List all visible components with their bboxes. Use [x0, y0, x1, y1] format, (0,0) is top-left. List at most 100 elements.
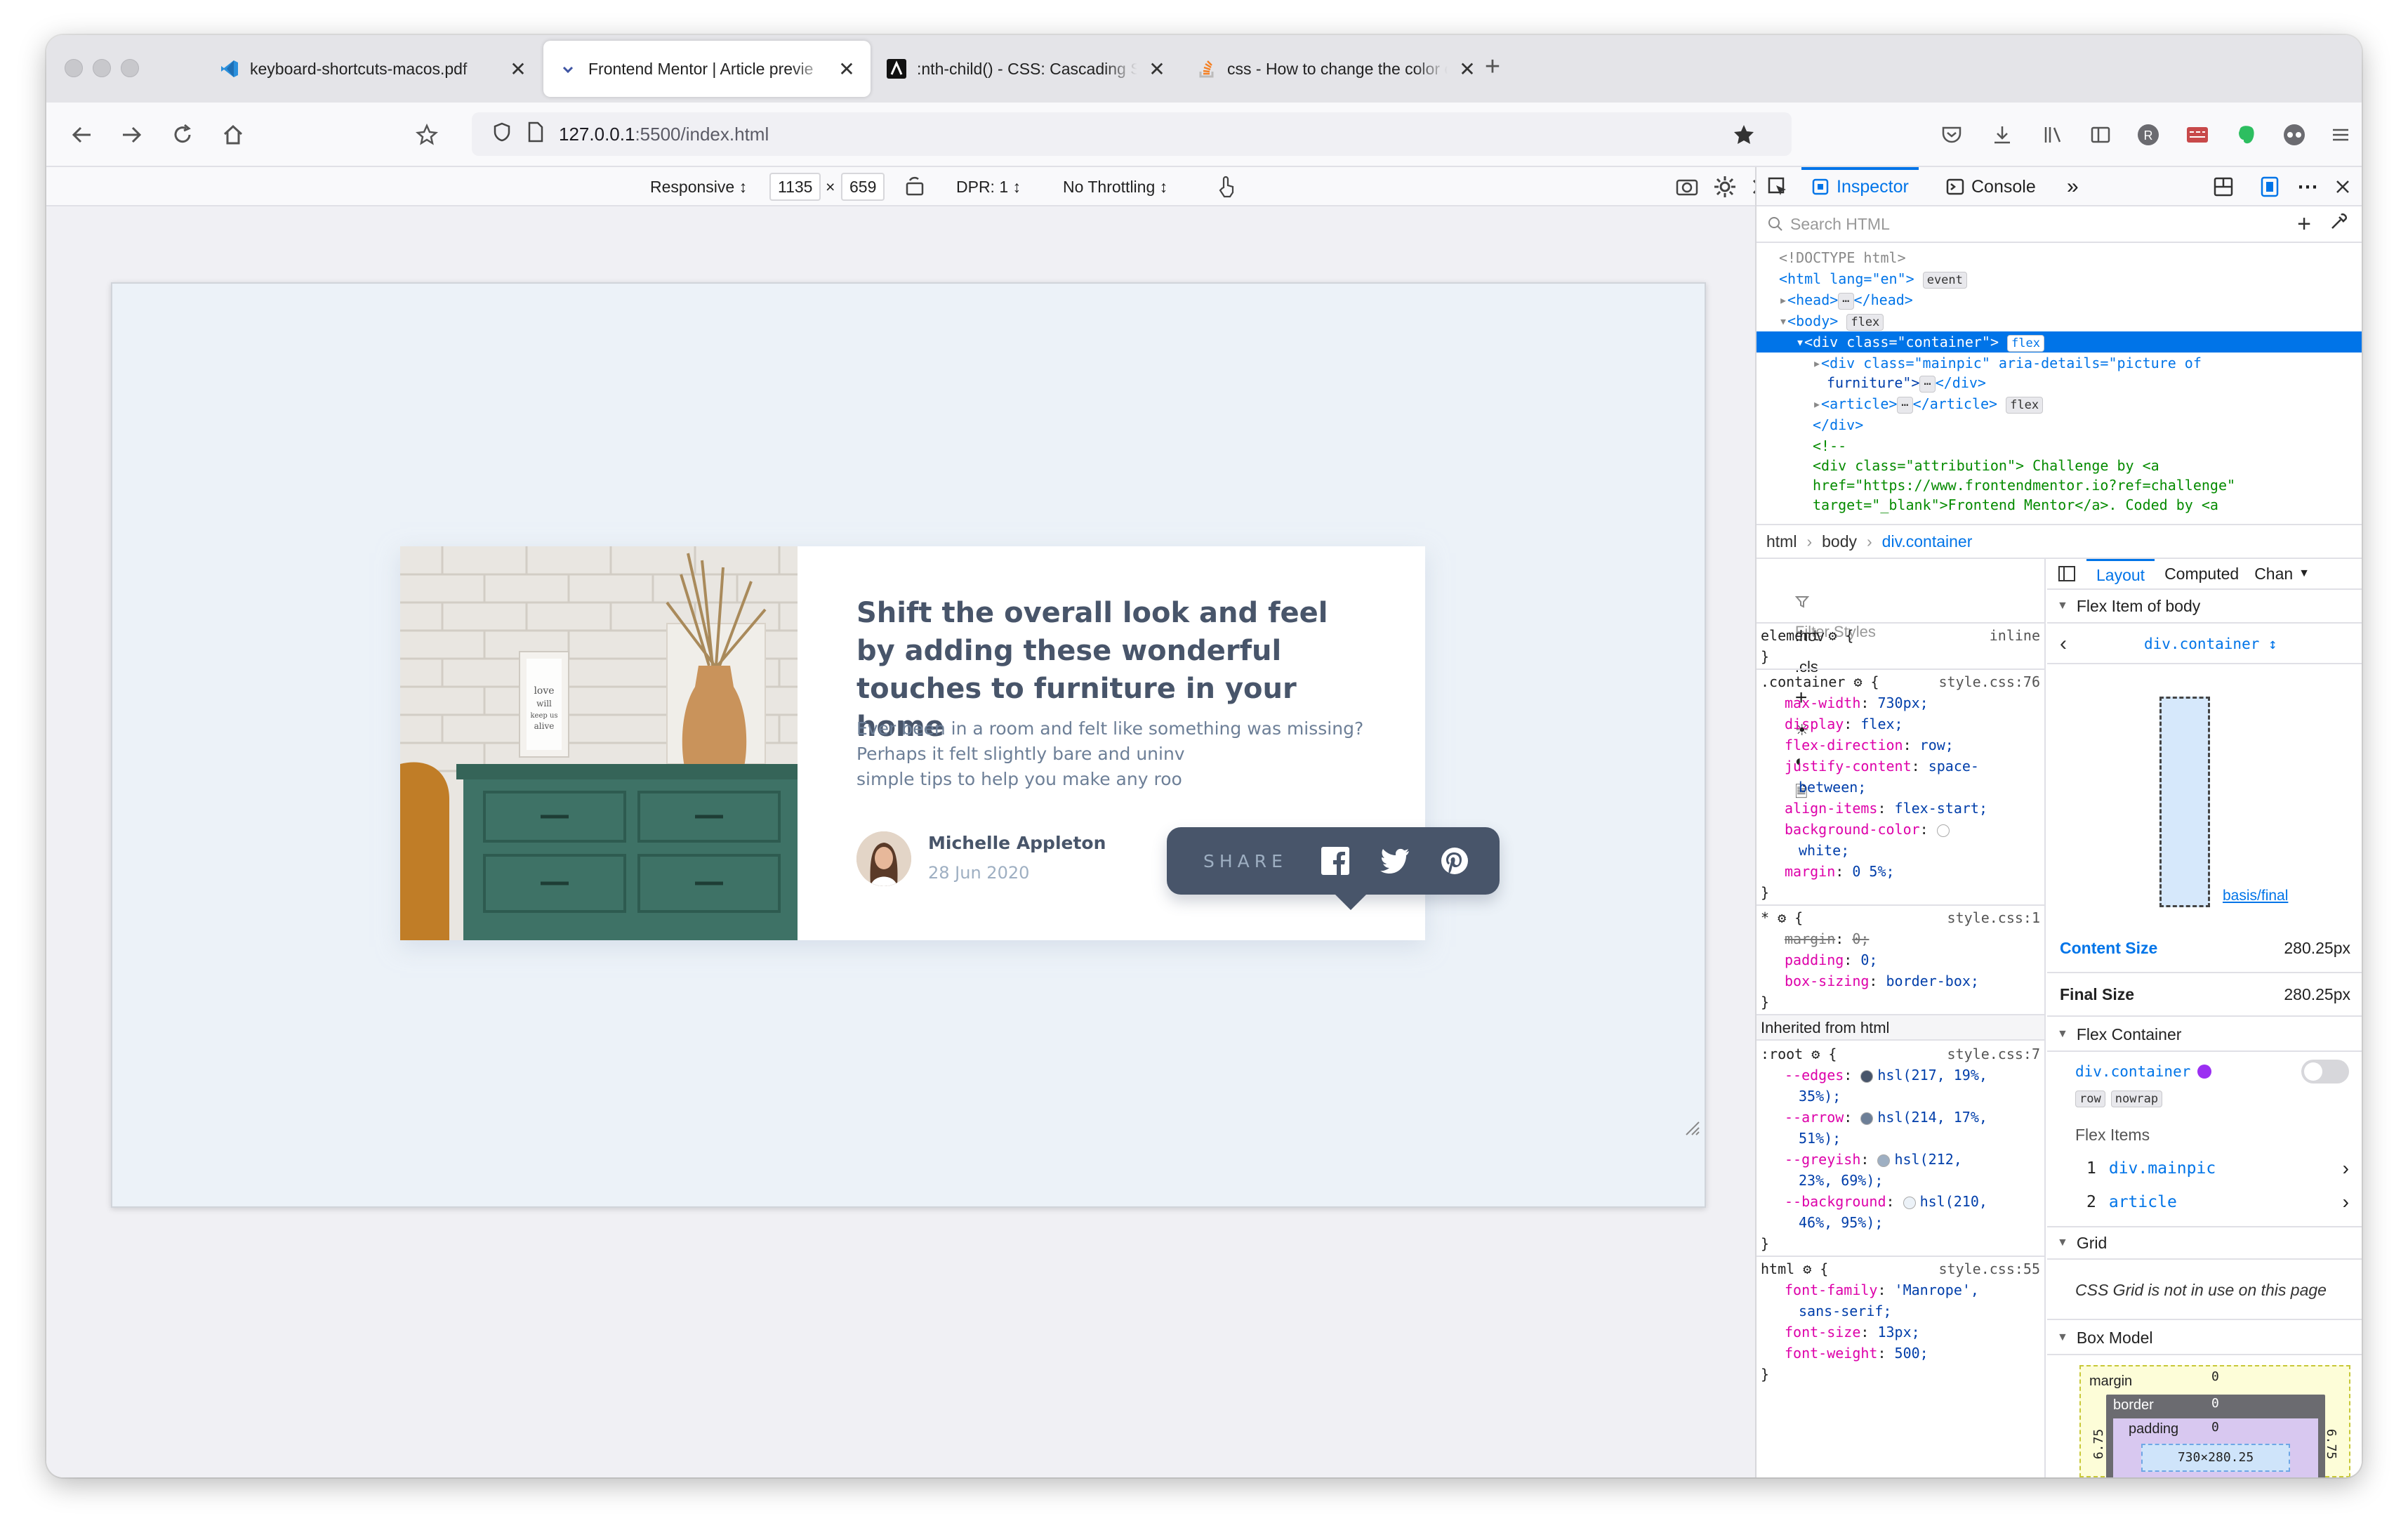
throttling-selector[interactable]: No Throttling ↕ [1063, 173, 1167, 201]
event-badge[interactable]: event [1922, 272, 1967, 289]
downloads-icon[interactable] [1985, 118, 2019, 152]
markup-comment[interactable]: <!-- [1757, 435, 2362, 456]
viewport-width-input[interactable]: 1135 [769, 173, 821, 201]
flex-badge[interactable]: flex [2007, 335, 2044, 352]
home-button[interactable] [215, 117, 251, 153]
css-declaration[interactable]: padding: 0; [1757, 949, 2044, 970]
device-selector[interactable]: Responsive ↕ [650, 173, 747, 201]
box-model-content[interactable]: 730×280.25 [2141, 1444, 2290, 1472]
flex-item-entry[interactable]: 2 article › [2047, 1187, 2362, 1218]
zoom-window-button[interactable] [121, 59, 139, 77]
bookmark-star-icon[interactable] [1726, 117, 1762, 153]
viewport-height-input[interactable]: 659 [841, 173, 885, 201]
markup-node[interactable]: ▸<head> ⋯ </head> [1757, 289, 2362, 310]
back-chevron-icon[interactable]: ‹ [2060, 632, 2067, 656]
css-declaration[interactable]: max-width: 730px; [1757, 692, 2044, 713]
css-declaration[interactable]: 46%, 95%); [1757, 1212, 2044, 1233]
flex-item-entry[interactable]: 1 div.mainpic › [2047, 1153, 2362, 1184]
flexbox-highlighter-toggle[interactable] [2301, 1060, 2349, 1083]
tab-layout[interactable]: Layout [2086, 559, 2155, 589]
tab-inspector[interactable]: Inspector [1801, 167, 1919, 206]
twitter-icon[interactable] [1380, 844, 1410, 878]
filter-styles-input[interactable]: Filter Styles [1757, 562, 2044, 640]
css-declaration[interactable]: font-size: 13px; [1757, 1322, 2044, 1343]
source-link[interactable]: style.css:7 [1947, 1043, 2040, 1065]
css-declaration[interactable]: background-color: [1757, 819, 2044, 840]
css-declaration[interactable]: --background: hsl(210, [1757, 1191, 2044, 1212]
extension-red-icon[interactable] [2181, 118, 2214, 152]
resize-handle-icon[interactable] [1682, 1118, 1700, 1136]
box-model-padding[interactable]: padding 0 730×280.25 [2113, 1418, 2318, 1477]
page-info-icon[interactable] [527, 121, 545, 147]
menu-icon[interactable] [2324, 118, 2357, 152]
more-tabs-chevron-icon[interactable]: » [2057, 167, 2089, 206]
search-html-bar[interactable]: Search HTML + [1757, 206, 2362, 243]
toggle-sidebar-icon[interactable] [2047, 565, 2086, 582]
minimize-window-button[interactable] [93, 59, 111, 77]
bookmark-manager-icon[interactable] [409, 117, 445, 153]
markup-node[interactable]: ▸<div class="mainpic" aria-details="pict… [1757, 353, 2362, 374]
css-declaration[interactable]: font-family: 'Manrope', [1757, 1279, 2044, 1300]
css-declaration[interactable]: box-sizing: border-box; [1757, 970, 2044, 992]
screenshot-icon[interactable] [1675, 173, 1699, 201]
breadcrumb-item[interactable]: html [1766, 532, 1797, 551]
color-swatch[interactable] [1877, 1154, 1891, 1167]
color-swatch[interactable] [1903, 1196, 1916, 1209]
viewport-width-value[interactable]: 1135 [769, 173, 821, 201]
css-declaration[interactable]: 23%, 69%); [1757, 1170, 2044, 1191]
sidebar-icon[interactable] [2084, 118, 2117, 152]
css-declaration[interactable]: margin: 0; [1757, 928, 2044, 949]
close-tab-icon[interactable]: ✕ [508, 58, 528, 81]
close-tab-icon[interactable]: ✕ [1147, 58, 1167, 81]
tab-frontend-mentor[interactable]: Frontend Mentor | Article previe ✕ [543, 41, 871, 97]
pinterest-icon[interactable] [1440, 844, 1470, 878]
shield-icon[interactable] [491, 121, 512, 147]
breadcrumb-item[interactable]: body [1822, 532, 1857, 551]
chevron-right-icon[interactable]: › [2343, 1191, 2349, 1213]
flex-badge[interactable]: flex [1846, 314, 1884, 331]
source-link[interactable]: style.css:1 [1947, 907, 2040, 928]
css-declaration[interactable]: 51%); [1757, 1128, 2044, 1149]
css-declaration[interactable]: --edges: hsl(217, 19%, [1757, 1065, 2044, 1086]
reload-button[interactable] [164, 117, 201, 153]
css-declaration[interactable]: font-weight: 500; [1757, 1343, 2044, 1364]
color-swatch[interactable] [1860, 1112, 1874, 1125]
tab-mdn-nth-child[interactable]: :nth-child() - CSS: Cascading S ✕ [872, 41, 1181, 97]
tab-keyboard-shortcuts[interactable]: keyboard-shortcuts-macos.pdf ✕ [205, 41, 542, 97]
dpr-selector[interactable]: DPR: 1 ↕ [956, 173, 1021, 201]
markup-node[interactable]: ▸<article> ⋯ </article> flex [1757, 393, 2362, 414]
selected-node-selector[interactable]: div.container ↕ [2144, 635, 2277, 652]
css-declaration[interactable]: margin: 0 5%; [1757, 861, 2044, 882]
close-tab-icon[interactable]: ✕ [1457, 58, 1477, 81]
extension-mask-icon[interactable] [2277, 118, 2311, 152]
flex-container-section[interactable]: ▼ Flex Container [2047, 1018, 2362, 1052]
viewport-height-value[interactable]: 659 [841, 173, 885, 201]
highlight-color-swatch[interactable] [2197, 1065, 2212, 1079]
css-declaration[interactable]: sans-serif; [1757, 1300, 2044, 1322]
split-console-icon[interactable] [2203, 167, 2244, 206]
markup-node-selected[interactable]: ▾<div class="container"> flex [1757, 331, 2362, 353]
library-icon[interactable] [2036, 118, 2070, 152]
css-declaration[interactable]: flex-direction: row; [1757, 734, 2044, 756]
pocket-icon[interactable] [1935, 118, 1969, 152]
box-model-margin[interactable]: margin 0 6.75 6.75 border 0 padding 0 73… [2079, 1365, 2350, 1477]
back-button[interactable] [63, 117, 100, 153]
close-tab-icon[interactable]: ✕ [837, 58, 856, 81]
css-declaration[interactable]: between; [1757, 777, 2044, 798]
close-devtools-icon[interactable] [2324, 167, 2362, 206]
devtools-options-icon[interactable]: ⋯ [2287, 167, 2328, 206]
rotate-viewport-icon[interactable] [903, 173, 927, 201]
chevron-down-icon[interactable]: ▼ [2298, 567, 2310, 580]
new-tab-button[interactable]: + [1476, 52, 1509, 82]
markup-node[interactable]: </div> [1757, 414, 2362, 435]
flex-item-section[interactable]: ▼ Flex Item of body [2047, 590, 2362, 624]
responsive-mode-icon[interactable] [2249, 167, 2290, 206]
eyedropper-icon[interactable] [2329, 213, 2348, 235]
source-link[interactable]: style.css:76 [1939, 671, 2041, 692]
rdm-settings-icon[interactable] [1713, 173, 1737, 201]
flex-badge[interactable]: flex [2006, 397, 2044, 414]
forward-button[interactable] [114, 117, 150, 153]
css-declaration[interactable]: justify-content: space- [1757, 756, 2044, 777]
markup-node[interactable]: <html lang="en"> event [1757, 268, 2362, 289]
tab-console[interactable]: Console [1936, 167, 2046, 206]
